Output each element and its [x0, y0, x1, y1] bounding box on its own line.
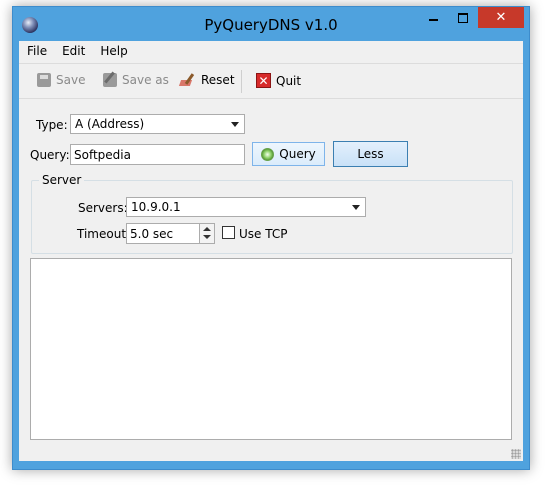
close-icon: ✕	[495, 10, 507, 25]
query-input-value: Softpedia	[74, 148, 131, 162]
spin-up-arrow-icon[interactable]	[203, 227, 211, 231]
type-select-value: A (Address)	[75, 117, 145, 131]
broom-icon	[180, 73, 196, 87]
type-label: Type:	[36, 118, 68, 132]
chevron-down-icon	[352, 205, 360, 210]
less-button[interactable]: Less	[333, 141, 408, 167]
output-area[interactable]	[30, 258, 512, 440]
chevron-down-icon	[231, 122, 239, 127]
quit-button-label: Quit	[276, 73, 302, 88]
timeout-spinbox[interactable]: 5.0 sec	[126, 223, 215, 244]
minimize-icon	[428, 18, 438, 21]
reset-button-label: Reset	[201, 73, 235, 87]
toolbar-separator	[241, 70, 242, 93]
reset-button[interactable]: Reset	[180, 73, 235, 87]
less-button-label: Less	[357, 147, 384, 161]
quit-x-icon: ✕	[256, 73, 271, 88]
query-input[interactable]: Softpedia	[70, 144, 245, 165]
maximize-icon	[458, 12, 468, 23]
minimize-button[interactable]	[419, 7, 447, 28]
servers-select-value: 10.9.0.1	[131, 200, 181, 214]
resize-grip-icon[interactable]	[511, 449, 521, 459]
query-button[interactable]: Query	[252, 142, 325, 166]
use-tcp-checkbox[interactable]	[222, 226, 235, 239]
maximize-button[interactable]	[449, 7, 477, 28]
query-button-label: Query	[279, 147, 316, 161]
app-window: PyQueryDNS v1.0 ✕ File Edit Help Save Sa…	[12, 6, 530, 470]
toolbar: Save Save as Reset ✕ Quit	[19, 63, 523, 99]
type-select[interactable]: A (Address)	[70, 114, 245, 134]
menu-bar: File Edit Help	[19, 41, 523, 63]
close-button[interactable]: ✕	[478, 7, 524, 28]
save-as-button[interactable]: Save as	[103, 73, 169, 87]
main-panel: File Edit Help Save Save as Reset ✕ Quit	[19, 41, 523, 461]
spin-down-arrow-icon[interactable]	[203, 235, 211, 239]
menu-help[interactable]: Help	[92, 41, 134, 63]
servers-select[interactable]: 10.9.0.1	[126, 197, 366, 217]
timeout-label: Timeout:	[77, 227, 131, 241]
save-button-label: Save	[56, 73, 86, 87]
quit-button[interactable]: ✕ Quit	[256, 73, 301, 88]
server-group-title: Server	[39, 173, 85, 187]
timeout-value: 5.0 sec	[130, 227, 174, 241]
title-bar[interactable]: PyQueryDNS v1.0 ✕	[13, 7, 529, 42]
query-icon	[261, 147, 275, 161]
save-disk-icon	[37, 73, 51, 87]
save-button[interactable]: Save	[37, 73, 85, 87]
server-groupbox	[31, 180, 513, 254]
timeout-spin-buttons[interactable]	[199, 224, 214, 243]
servers-label: Servers:	[78, 201, 128, 215]
menu-edit[interactable]: Edit	[54, 41, 92, 63]
query-label: Query:	[30, 148, 70, 162]
save-as-icon	[103, 73, 117, 87]
use-tcp-label[interactable]: Use TCP	[239, 227, 287, 241]
menu-file[interactable]: File	[19, 41, 54, 63]
save-as-button-label: Save as	[122, 73, 169, 87]
